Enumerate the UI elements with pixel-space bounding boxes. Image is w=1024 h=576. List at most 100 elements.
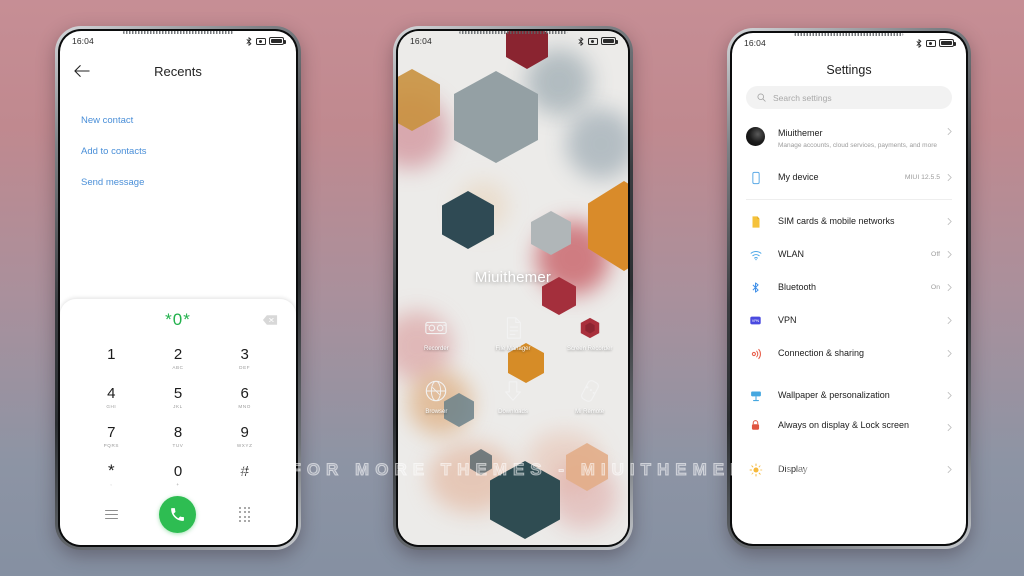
svg-text:VPN: VPN: [752, 319, 760, 323]
search-settings-input[interactable]: Search settings: [746, 86, 952, 109]
key-3[interactable]: 3 DEF: [211, 339, 278, 378]
app-label: Recorder: [423, 346, 449, 352]
key-4[interactable]: 4 GHI: [78, 378, 145, 417]
entered-number: *0*: [165, 310, 191, 329]
row-text: WLAN: [778, 248, 931, 260]
key-0[interactable]: 0 +: [145, 456, 212, 495]
settings-row-my-device[interactable]: My device MIUI 12.5.5: [732, 161, 966, 194]
action-send-message[interactable]: Send message: [81, 169, 275, 200]
app-mi-remote[interactable]: Mi Remote: [551, 378, 628, 417]
row-label: SIM cards & mobile networks: [778, 216, 895, 227]
key-6[interactable]: 6 MNO: [211, 378, 278, 417]
wallpaper-icon: [746, 389, 765, 403]
key-sub: JKL: [173, 403, 183, 409]
key-digit: 5: [173, 384, 183, 402]
key-digit: 1: [107, 345, 116, 363]
key-2[interactable]: 2 ABC: [145, 339, 212, 378]
battery-icon: [939, 39, 956, 47]
menu-cell: [78, 507, 145, 522]
row-text: Connection & sharing: [778, 347, 940, 359]
row-label: My device: [778, 172, 819, 183]
browser-icon: [423, 378, 449, 404]
chevron-right-icon: [947, 316, 952, 325]
row-value: Off: [931, 251, 940, 258]
dialer-header: Recents: [60, 51, 296, 91]
settings-row-account[interactable]: Miuithemer Manage accounts, cloud servic…: [732, 120, 966, 161]
dialpad-bottom-row: [60, 495, 296, 545]
key-digit: 7: [107, 423, 116, 441]
settings-row-display[interactable]: Display: [732, 453, 966, 486]
key-digit: 8: [173, 423, 183, 441]
settings-row-wlan[interactable]: WLAN Off: [732, 238, 966, 271]
display-icon: [746, 463, 765, 477]
account-text: Miuithemer Manage accounts, cloud servic…: [778, 127, 947, 150]
key-sub: GHI: [106, 403, 117, 409]
phone-left-dialer: 16:04 Recents New contact Add to contact…: [55, 26, 301, 550]
app-browser[interactable]: Browser: [398, 378, 475, 417]
earpiece-grille: [794, 33, 904, 36]
row-text: Display: [778, 463, 940, 475]
camera-icon: [255, 37, 266, 45]
key-5[interactable]: 5 JKL: [145, 378, 212, 417]
settings-row-wallpaper-personalization[interactable]: Wallpaper & personalization: [732, 379, 966, 412]
vpn-icon: VPN: [746, 314, 765, 327]
app-label: Screen Recorder: [566, 346, 613, 352]
file-manager-icon: [500, 315, 526, 341]
dialer-screen: 16:04 Recents New contact Add to contact…: [60, 31, 296, 545]
chevron-right-icon: [947, 465, 952, 474]
action-add-to-contacts[interactable]: Add to contacts: [81, 138, 275, 169]
key-sub: +: [176, 481, 180, 487]
key-1[interactable]: 1: [78, 339, 145, 378]
app-screen-recorder[interactable]: Screen Recorder: [551, 315, 628, 354]
avatar: [746, 127, 765, 146]
chevron-right-icon: [947, 423, 952, 432]
key-sub: ,: [110, 480, 113, 486]
phone-inner: 16:04 Miuithemer Recorder File Manager S…: [396, 29, 630, 547]
app-label: Browser: [425, 408, 448, 415]
earpiece-grille: [459, 31, 567, 34]
key-digit: 0: [173, 462, 183, 480]
app-label: Downloads: [498, 408, 528, 415]
settings-row-sim-cards[interactable]: SIM cards & mobile networks: [732, 205, 966, 238]
bluetooth-icon: [246, 36, 252, 46]
status-time: 16:04: [744, 38, 766, 48]
divider: [746, 199, 952, 200]
row-label: Connection & sharing: [778, 348, 865, 359]
settings-row-vpn[interactable]: VPN VPN: [732, 304, 966, 337]
key-digit: 9: [240, 423, 249, 441]
key-sub: ABC: [172, 364, 184, 370]
key-9[interactable]: 9 WXYZ: [211, 417, 278, 456]
app-file-manager[interactable]: File Manager: [475, 315, 552, 354]
key-sub: MNO: [238, 403, 251, 409]
settings-row-connection-sharing[interactable]: Connection & sharing: [732, 337, 966, 370]
back-arrow-icon[interactable]: [74, 64, 90, 78]
app-recorder[interactable]: Recorder: [398, 315, 475, 354]
key-hash[interactable]: #: [211, 456, 278, 495]
lock-icon: [746, 419, 765, 432]
row-label: Always on display & Lock screen: [778, 420, 910, 430]
status-bar: 16:04: [398, 31, 628, 51]
key-star[interactable]: *,: [78, 456, 145, 495]
connection-icon: [746, 347, 765, 361]
app-grid: Recorder File Manager Screen Recorder Br…: [398, 315, 628, 416]
key-7[interactable]: 7 PQRS: [78, 417, 145, 456]
key-8[interactable]: 8 TUV: [145, 417, 212, 456]
mi-remote-icon: [577, 378, 603, 404]
keypad-icon[interactable]: [239, 507, 250, 522]
row-text: VPN: [778, 314, 940, 326]
account-name: Miuithemer: [778, 128, 823, 138]
account-subtitle: Manage accounts, cloud services, payment…: [778, 142, 937, 150]
chevron-right-icon: [947, 349, 952, 358]
settings-row-bluetooth[interactable]: Bluetooth On: [732, 271, 966, 304]
call-button[interactable]: [159, 496, 197, 533]
action-new-contact[interactable]: New contact: [81, 107, 275, 138]
key-digit: 2: [173, 345, 183, 363]
key-digit: 6: [240, 384, 249, 402]
app-downloads[interactable]: Downloads: [475, 378, 552, 417]
row-value: On: [930, 284, 940, 291]
backspace-icon[interactable]: [262, 315, 278, 326]
settings-row-always-on-display-lock-screen[interactable]: Always on display & Lock screen: [732, 412, 966, 453]
menu-icon[interactable]: [104, 507, 118, 522]
